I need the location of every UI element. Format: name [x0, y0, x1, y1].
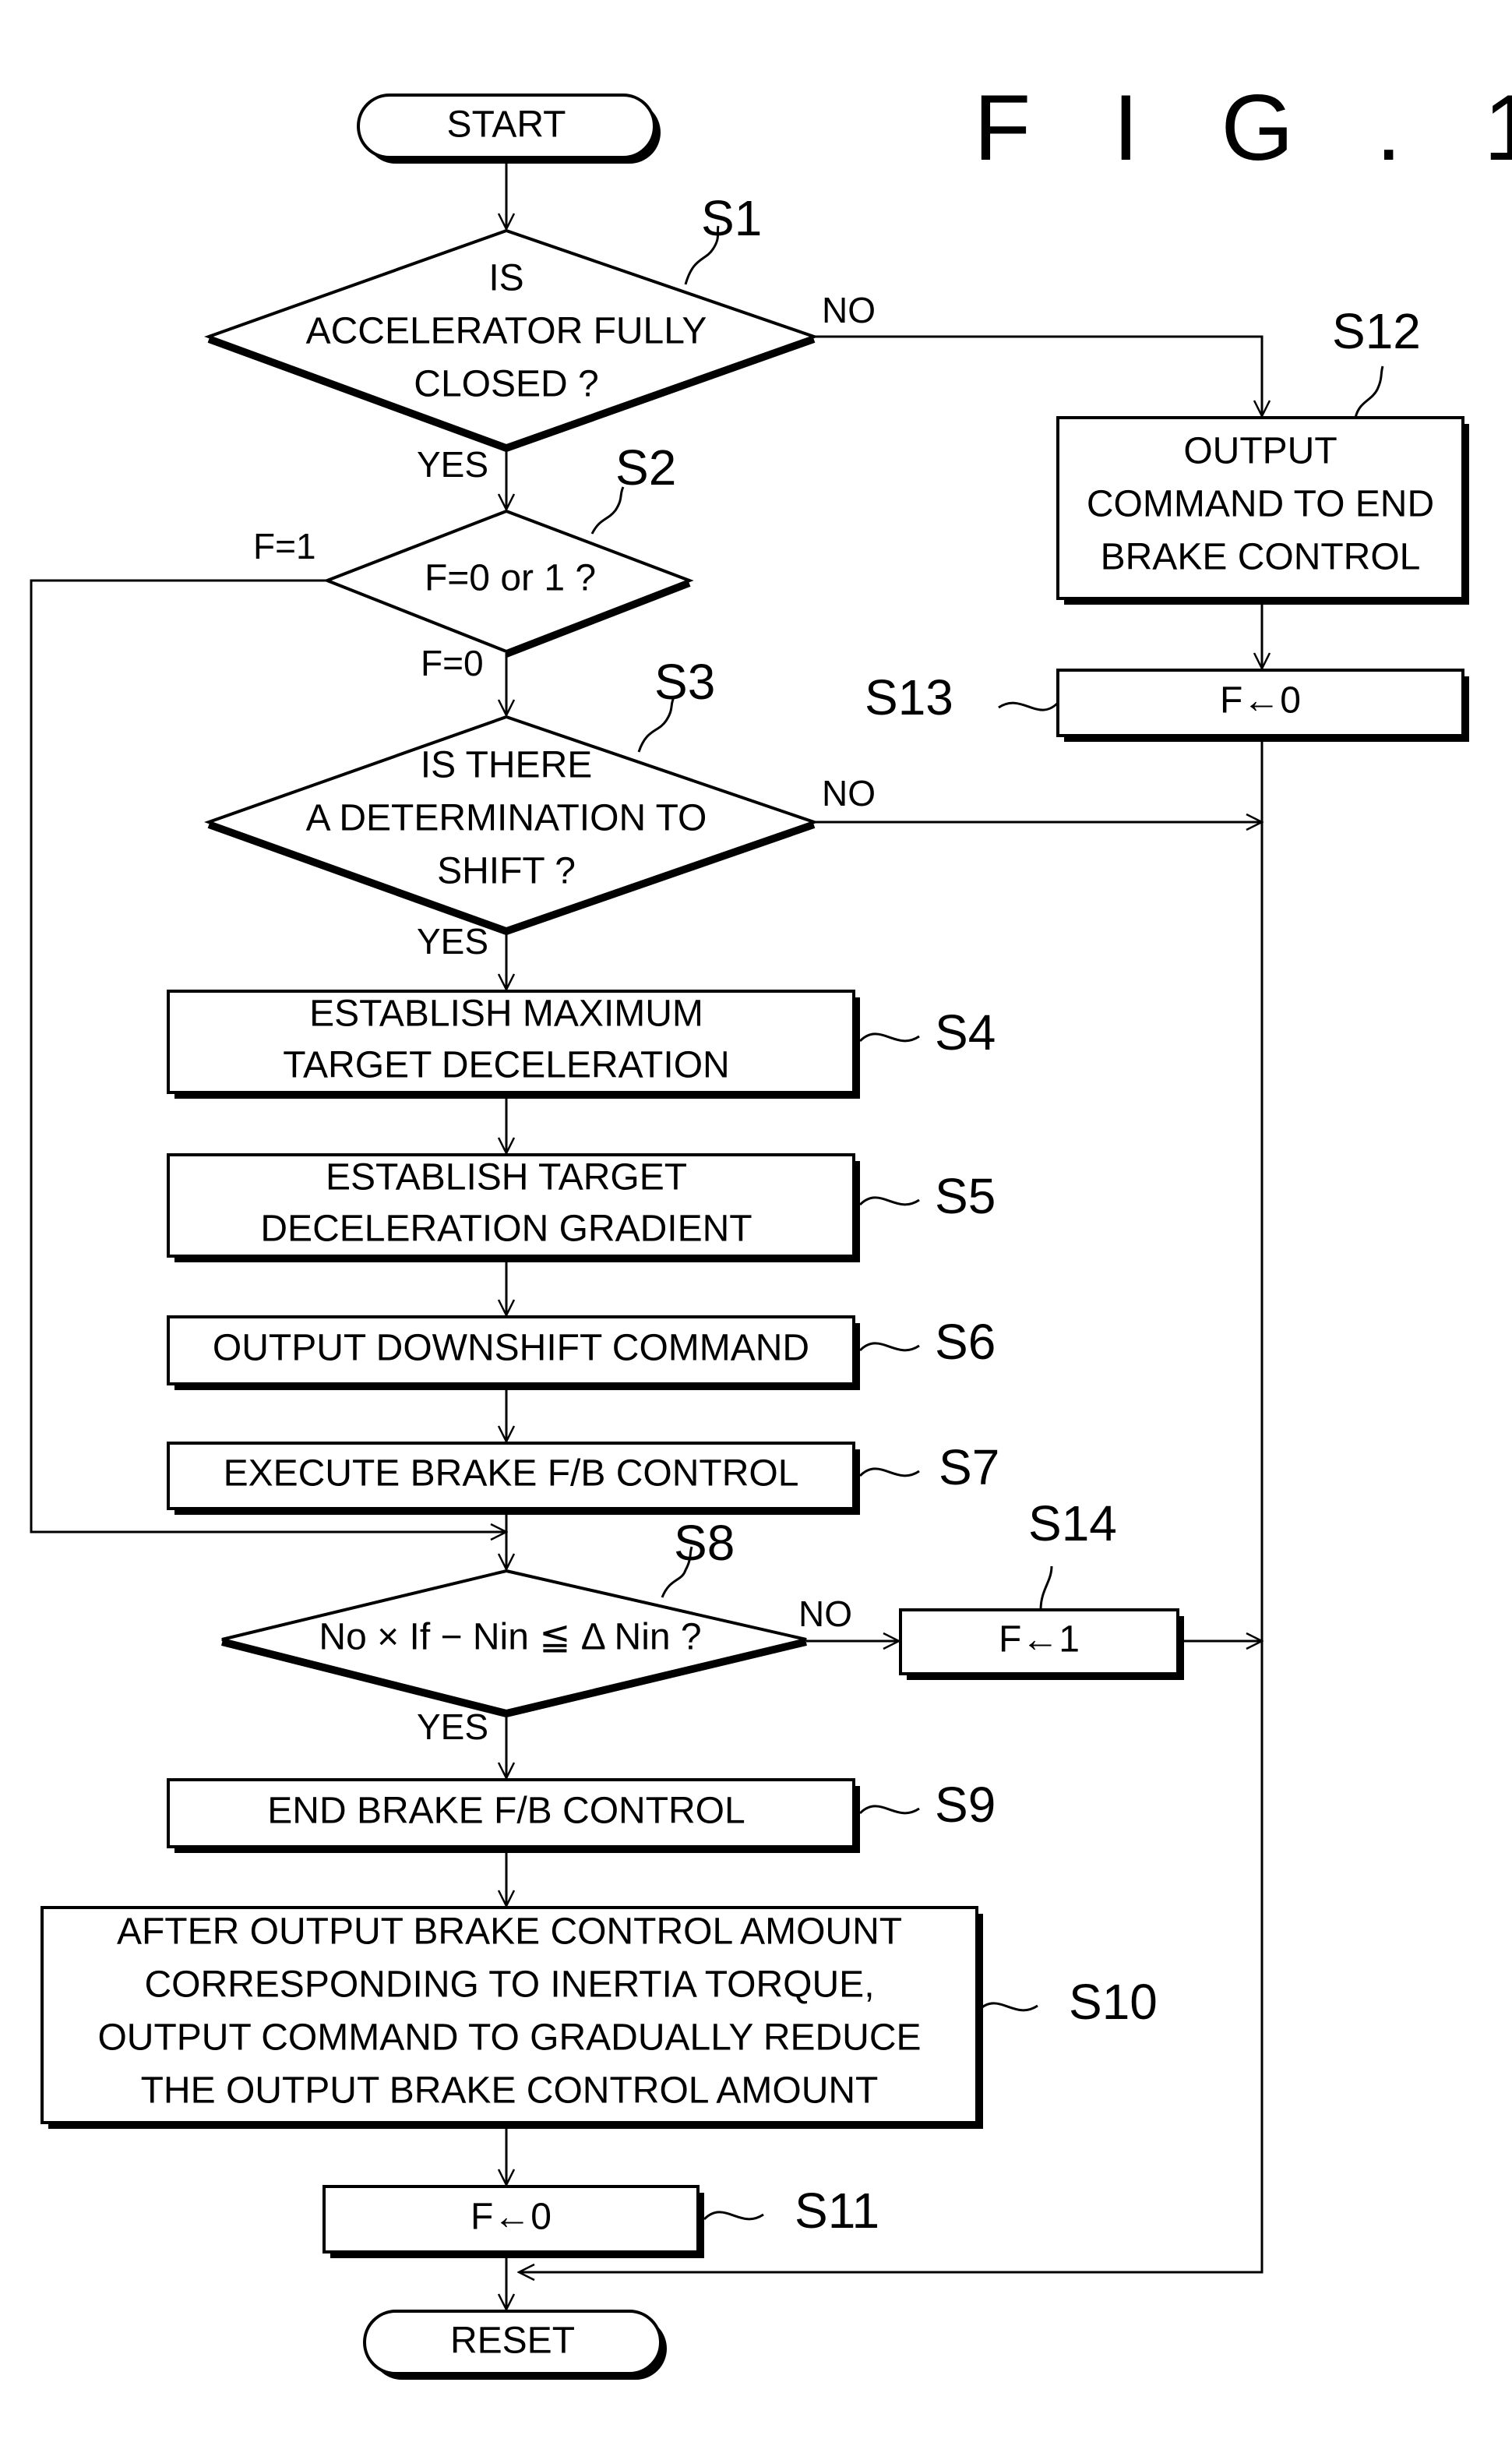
- s1-text-line: ACCELERATOR FULLY: [306, 311, 707, 352]
- s3-label: S3: [654, 654, 715, 710]
- s12-text-line: OUTPUT: [1183, 431, 1337, 472]
- s9-text-line: END BRAKE F/B CONTROL: [267, 1791, 745, 1832]
- s12-text-line: COMMAND TO END: [1087, 484, 1434, 525]
- step-s6-process: OUTPUT DOWNSHIFT COMMAND S6: [167, 1314, 996, 1390]
- s8-no-label: NO: [798, 1594, 852, 1634]
- s5-text-line: DECELERATION GRADIENT: [260, 1209, 752, 1250]
- s14-label: S14: [1028, 1495, 1117, 1551]
- s5-text-line: ESTABLISH TARGET: [326, 1157, 687, 1198]
- step-s1-decision: IS ACCELERATOR FULLY CLOSED ? S1 NO YES: [204, 190, 876, 485]
- s1-yes-label: YES: [417, 444, 488, 485]
- start-label: START: [447, 104, 566, 146]
- step-s11-process: F←0 S11: [322, 2183, 879, 2258]
- s12-label: S12: [1332, 303, 1421, 359]
- s10-label: S10: [1069, 1974, 1158, 2030]
- figure-title: F I G . 1: [974, 76, 1512, 180]
- s8-text-line: No × If − Nin ≦ Δ Nin ?: [319, 1617, 701, 1658]
- s2-text-line: F=0 or 1 ?: [425, 558, 596, 599]
- s4-text-line: TARGET DECELERATION: [283, 1045, 729, 1086]
- step-s7-process: EXECUTE BRAKE F/B CONTROL S7: [167, 1439, 999, 1515]
- s13-text-line: F←0: [1220, 680, 1301, 722]
- s3-yes-label: YES: [417, 921, 488, 962]
- s11-label: S11: [795, 2183, 879, 2239]
- step-s5-process: ESTABLISH TARGET DECELERATION GRADIENT S…: [167, 1153, 996, 1262]
- s10-text-line: AFTER OUTPUT BRAKE CONTROL AMOUNT: [117, 1911, 902, 1953]
- s9-label: S9: [935, 1777, 996, 1833]
- step-s14-process: F←1 S14: [899, 1495, 1184, 1680]
- reset-terminal: RESET: [363, 2310, 667, 2380]
- s8-yes-label: YES: [417, 1706, 488, 1747]
- s2-label: S2: [615, 439, 676, 496]
- s6-text-line: OUTPUT DOWNSHIFT COMMAND: [213, 1328, 809, 1369]
- s3-no-label: NO: [822, 773, 876, 814]
- s7-text-line: EXECUTE BRAKE F/B CONTROL: [224, 1453, 799, 1495]
- step-s4-process: ESTABLISH MAXIMUM TARGET DECELERATION S4: [167, 990, 996, 1099]
- start-terminal: START: [357, 94, 661, 164]
- s5-label: S5: [935, 1168, 996, 1224]
- arrow-s1-no-s12: [814, 335, 1262, 416]
- s7-label: S7: [939, 1439, 999, 1495]
- s10-text-line: OUTPUT COMMAND TO GRADUALLY REDUCE: [97, 2017, 921, 2059]
- s1-text-line: IS: [488, 258, 523, 299]
- s13-label: S13: [865, 669, 953, 725]
- s10-text-line: THE OUTPUT BRAKE CONTROL AMOUNT: [141, 2070, 879, 2112]
- step-s8-decision: No × If − Nin ≦ Δ Nin ? S8 NO YES: [221, 1515, 852, 1747]
- s4-text-line: ESTABLISH MAXIMUM: [309, 994, 703, 1035]
- flowchart: F I G . 1 START IS ACCELERATOR FULLY CLO…: [30, 76, 1512, 2380]
- s6-label: S6: [935, 1314, 996, 1370]
- s8-label: S8: [674, 1515, 735, 1571]
- s14-text-line: F←1: [999, 1619, 1080, 1661]
- s4-label: S4: [935, 1004, 996, 1061]
- s2-f0-label: F=0: [421, 643, 484, 683]
- s11-text-line: F←0: [471, 2197, 552, 2238]
- step-s3-decision: IS THERE A DETERMINATION TO SHIFT ? S3 N…: [204, 654, 876, 962]
- step-s10-process: AFTER OUTPUT BRAKE CONTROL AMOUNT CORRES…: [41, 1906, 1158, 2129]
- s10-text-line: CORRESPONDING TO INERTIA TORQUE,: [144, 1964, 874, 2006]
- s1-no-label: NO: [822, 290, 876, 330]
- s1-label: S1: [701, 190, 762, 246]
- step-s12-process: OUTPUT COMMAND TO END BRAKE CONTROL S12: [1056, 303, 1469, 605]
- s1-text-line: CLOSED ?: [414, 364, 598, 405]
- step-s13-process: F←0 S13: [865, 669, 1469, 742]
- s3-text-line: A DETERMINATION TO: [306, 798, 707, 839]
- s3-text-line: SHIFT ?: [437, 851, 576, 892]
- s2-f1-label: F=1: [253, 526, 316, 566]
- s12-text-line: BRAKE CONTROL: [1101, 537, 1421, 578]
- step-s9-process: END BRAKE F/B CONTROL S9: [167, 1777, 996, 1853]
- s3-text-line: IS THERE: [421, 745, 593, 786]
- reset-label: RESET: [450, 2321, 575, 2362]
